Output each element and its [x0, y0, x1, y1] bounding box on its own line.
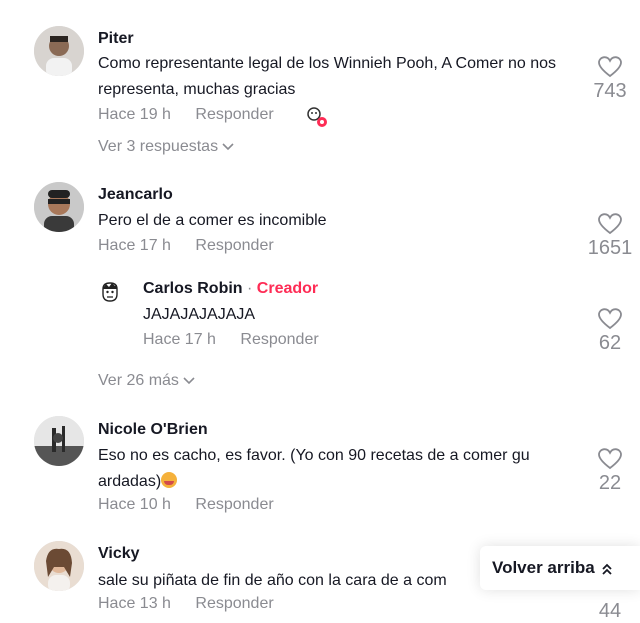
avatar[interactable] — [34, 182, 84, 232]
comment-meta: Hace 10 h Responder — [98, 496, 294, 514]
emoji-icon — [161, 472, 178, 488]
like-count: 62 — [598, 332, 622, 354]
chevron-double-up-icon — [602, 563, 612, 575]
comment-text: sale su piñata de fin de año con la cara… — [98, 572, 447, 589]
like-button[interactable]: 62 — [580, 308, 640, 355]
like-button[interactable]: 1651 — [580, 213, 640, 260]
comment-author[interactable]: Piter — [98, 30, 134, 48]
heart-outline-icon — [598, 308, 622, 330]
comment-meta: Hace 19 h Responder — [98, 106, 294, 124]
view-replies-button[interactable]: Ver 3 respuestas — [98, 138, 234, 156]
comment-author[interactable]: Jeancarlo — [98, 186, 173, 204]
reply-button[interactable]: Responder — [240, 331, 318, 348]
reply-author[interactable]: Carlos Robin · Creador — [143, 280, 318, 298]
reply-text: JAJAJAJAJAJA — [143, 306, 256, 323]
heart-outline-icon — [598, 56, 622, 78]
reply-button[interactable]: Responder — [195, 496, 273, 513]
comment-time: Hace 10 h — [98, 496, 171, 513]
like-button[interactable]: 22 — [580, 448, 640, 495]
comment-time: Hace 17 h — [98, 237, 171, 254]
reply-button[interactable]: Responder — [195, 595, 273, 612]
reply-meta: Hace 17 h Responder — [143, 331, 339, 349]
like-button[interactable]: 44 — [580, 598, 640, 623]
sticker-icon — [306, 106, 328, 128]
heart-outline-icon — [598, 448, 622, 470]
creator-badge: Creador — [256, 280, 319, 297]
avatar[interactable] — [34, 541, 84, 591]
separator: · — [242, 280, 257, 297]
like-count: 22 — [598, 472, 622, 494]
comment-text: Pero el de a comer es incomible — [98, 212, 327, 229]
like-count: 44 — [598, 600, 622, 622]
reply-time: Hace 17 h — [143, 331, 216, 348]
comment-author[interactable]: Vicky — [98, 545, 140, 563]
comment-time: Hace 19 h — [98, 106, 171, 123]
heart-outline-icon — [598, 213, 622, 235]
reply-author-name: Carlos Robin — [143, 280, 243, 297]
chevron-down-icon — [183, 377, 195, 384]
avatar[interactable] — [34, 416, 84, 466]
comment-text: Como representante legal de los Winnieh … — [98, 55, 557, 98]
comment-author[interactable]: Nicole O'Brien — [98, 421, 208, 439]
chevron-down-icon — [222, 143, 234, 150]
back-to-top-label: Volver arriba — [492, 558, 595, 577]
avatar[interactable] — [98, 280, 122, 304]
comment-time: Hace 13 h — [98, 595, 171, 612]
avatar[interactable] — [34, 26, 84, 76]
like-count: 743 — [593, 80, 627, 102]
like-count: 1651 — [587, 237, 633, 259]
comment-meta: Hace 13 h Responder — [98, 595, 294, 613]
comment-meta: Hace 17 h Responder — [98, 237, 294, 255]
comment-text: Eso no es cacho, es favor. (Yo con 90 re… — [98, 443, 578, 495]
back-to-top-button[interactable]: Volver arriba — [480, 546, 640, 590]
view-more-label: Ver 26 más — [98, 372, 179, 389]
reply-button[interactable]: Responder — [195, 237, 273, 254]
like-button[interactable]: 743 — [580, 56, 640, 103]
view-replies-label: Ver 3 respuestas — [98, 138, 219, 155]
reply-button[interactable]: Responder — [195, 106, 273, 123]
view-more-replies-button[interactable]: Ver 26 más — [98, 372, 195, 390]
